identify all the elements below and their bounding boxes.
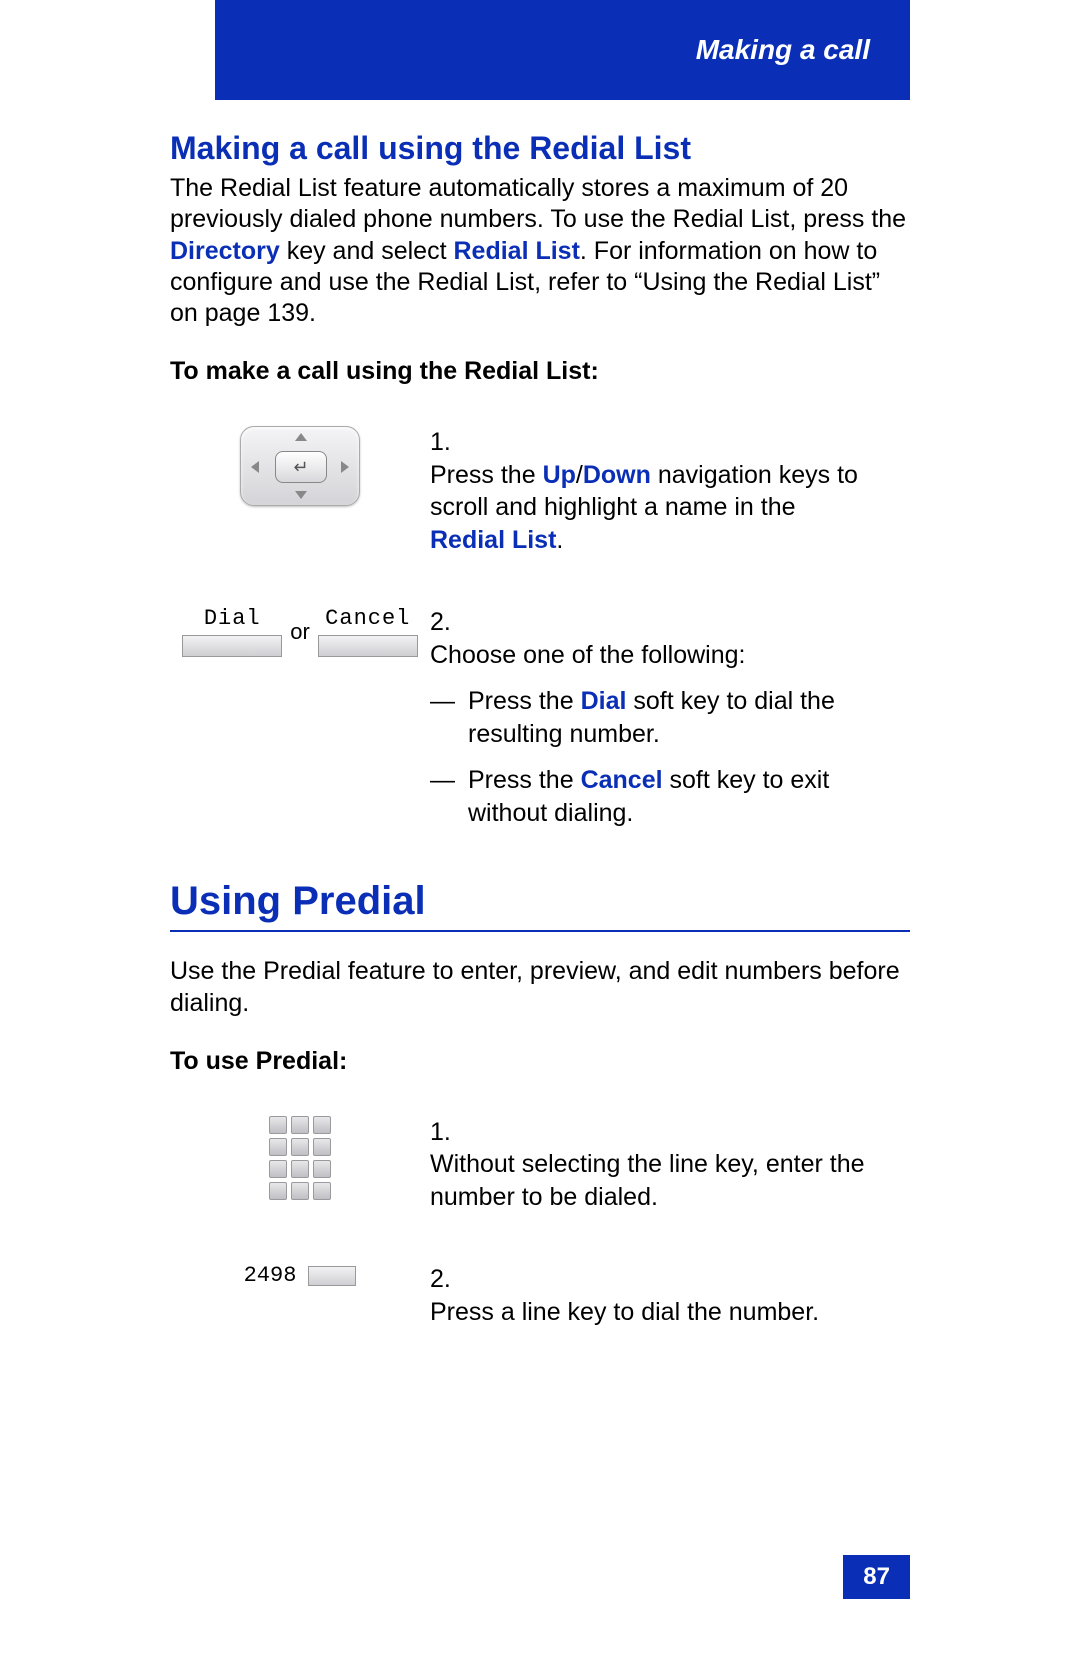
keyword-directory: Directory [170, 237, 280, 265]
nav-left-icon [251, 461, 259, 473]
keypad-key-icon [269, 1182, 287, 1200]
or-text: or [290, 619, 310, 645]
step-number: 1. [430, 426, 464, 459]
text: Without selecting the line key, enter th… [430, 1148, 870, 1213]
keypad-key-icon [291, 1138, 309, 1156]
keypad-key-icon [269, 1138, 287, 1156]
predial-step1-text: 1. Without selecting the line key, enter… [430, 1116, 910, 1214]
keyword-redial-list: Redial List [453, 237, 579, 265]
nav-down-icon [295, 491, 307, 499]
step2-text: 2. Choose one of the following: Press th… [430, 606, 910, 829]
keypad-key-icon [291, 1116, 309, 1134]
predial-step2-text: 2. Press a line key to dial the number. [430, 1263, 910, 1328]
keyword-cancel: Cancel [581, 766, 663, 794]
page-content: Making a call using the Redial List The … [170, 120, 910, 1378]
softkey-group: Dial or Cancel [182, 606, 418, 657]
keypad-key-icon [291, 1160, 309, 1178]
keyword-dial: Dial [581, 687, 627, 715]
text: Press the [468, 766, 581, 794]
predial-intro: Use the Predial feature to enter, previe… [170, 956, 910, 1019]
keypad-key-icon [291, 1182, 309, 1200]
step-row-2: Dial or Cancel 2. Choose one of the foll… [170, 606, 910, 829]
header-breadcrumb: Making a call [696, 34, 870, 66]
keypad-key-icon [269, 1160, 287, 1178]
keypad-key-icon [313, 1138, 331, 1156]
keypad-key-icon [269, 1116, 287, 1134]
keyword-up: Up [543, 461, 576, 489]
text: Press a line key to dial the number. [430, 1296, 870, 1329]
option-cancel: Press the Cancel soft key to exit withou… [430, 764, 870, 829]
text: Choose one of the following: [430, 641, 746, 669]
nav-up-icon [295, 433, 307, 441]
procedure-label-predial: To use Predial: [170, 1047, 910, 1076]
header-bar: Making a call [215, 0, 910, 100]
step-number: 2. [430, 1263, 464, 1296]
option-dial: Press the Dial soft key to dial the resu… [430, 685, 870, 750]
text: The Redial List feature automatically st… [170, 174, 906, 233]
keypad-key-icon [313, 1160, 331, 1178]
redial-intro: The Redial List feature automatically st… [170, 173, 910, 329]
predial-step-row-1: 1. Without selecting the line key, enter… [170, 1116, 910, 1214]
step-row-1: ↵ 1. Press the Up/Down navigation keys t… [170, 426, 910, 556]
keyword-down: Down [583, 461, 651, 489]
section-title-predial: Using Predial [170, 879, 910, 932]
softkey-cancel: Cancel [318, 606, 418, 657]
nav-right-icon [341, 461, 349, 473]
procedure-label-redial: To make a call using the Redial List: [170, 357, 910, 386]
navpad-icon: ↵ [240, 426, 360, 506]
text: Press the [430, 461, 543, 489]
softkey-cancel-button-icon [318, 635, 418, 657]
linekey-button-icon [308, 1266, 356, 1286]
text: . [556, 526, 563, 554]
text: Press the [468, 687, 581, 715]
softkey-icon-container: Dial or Cancel [170, 606, 430, 657]
keypad-icon [269, 1116, 331, 1200]
linekey-number: 2498 [244, 1263, 297, 1288]
page-number: 87 [843, 1555, 910, 1599]
text: / [576, 461, 583, 489]
keypad-key-icon [313, 1182, 331, 1200]
keyword-redial-list: Redial List [430, 526, 556, 554]
softkey-cancel-label: Cancel [318, 606, 418, 631]
text: key and select [280, 237, 454, 265]
softkey-dial-button-icon [182, 635, 282, 657]
step1-text: 1. Press the Up/Down navigation keys to … [430, 426, 910, 556]
step-number: 2. [430, 606, 464, 639]
linekey-group: 2498 [244, 1263, 357, 1288]
predial-step-row-2: 2498 2. Press a line key to dial the num… [170, 1263, 910, 1328]
navpad-icon-container: ↵ [170, 426, 430, 506]
linekey-icon-container: 2498 [170, 1263, 430, 1288]
softkey-dial: Dial [182, 606, 282, 657]
keypad-icon-container [170, 1116, 430, 1200]
softkey-dial-label: Dial [182, 606, 282, 631]
step-number: 1. [430, 1116, 464, 1149]
keypad-key-icon [313, 1116, 331, 1134]
nav-enter-icon: ↵ [275, 451, 327, 483]
section-title-redial: Making a call using the Redial List [170, 130, 910, 167]
